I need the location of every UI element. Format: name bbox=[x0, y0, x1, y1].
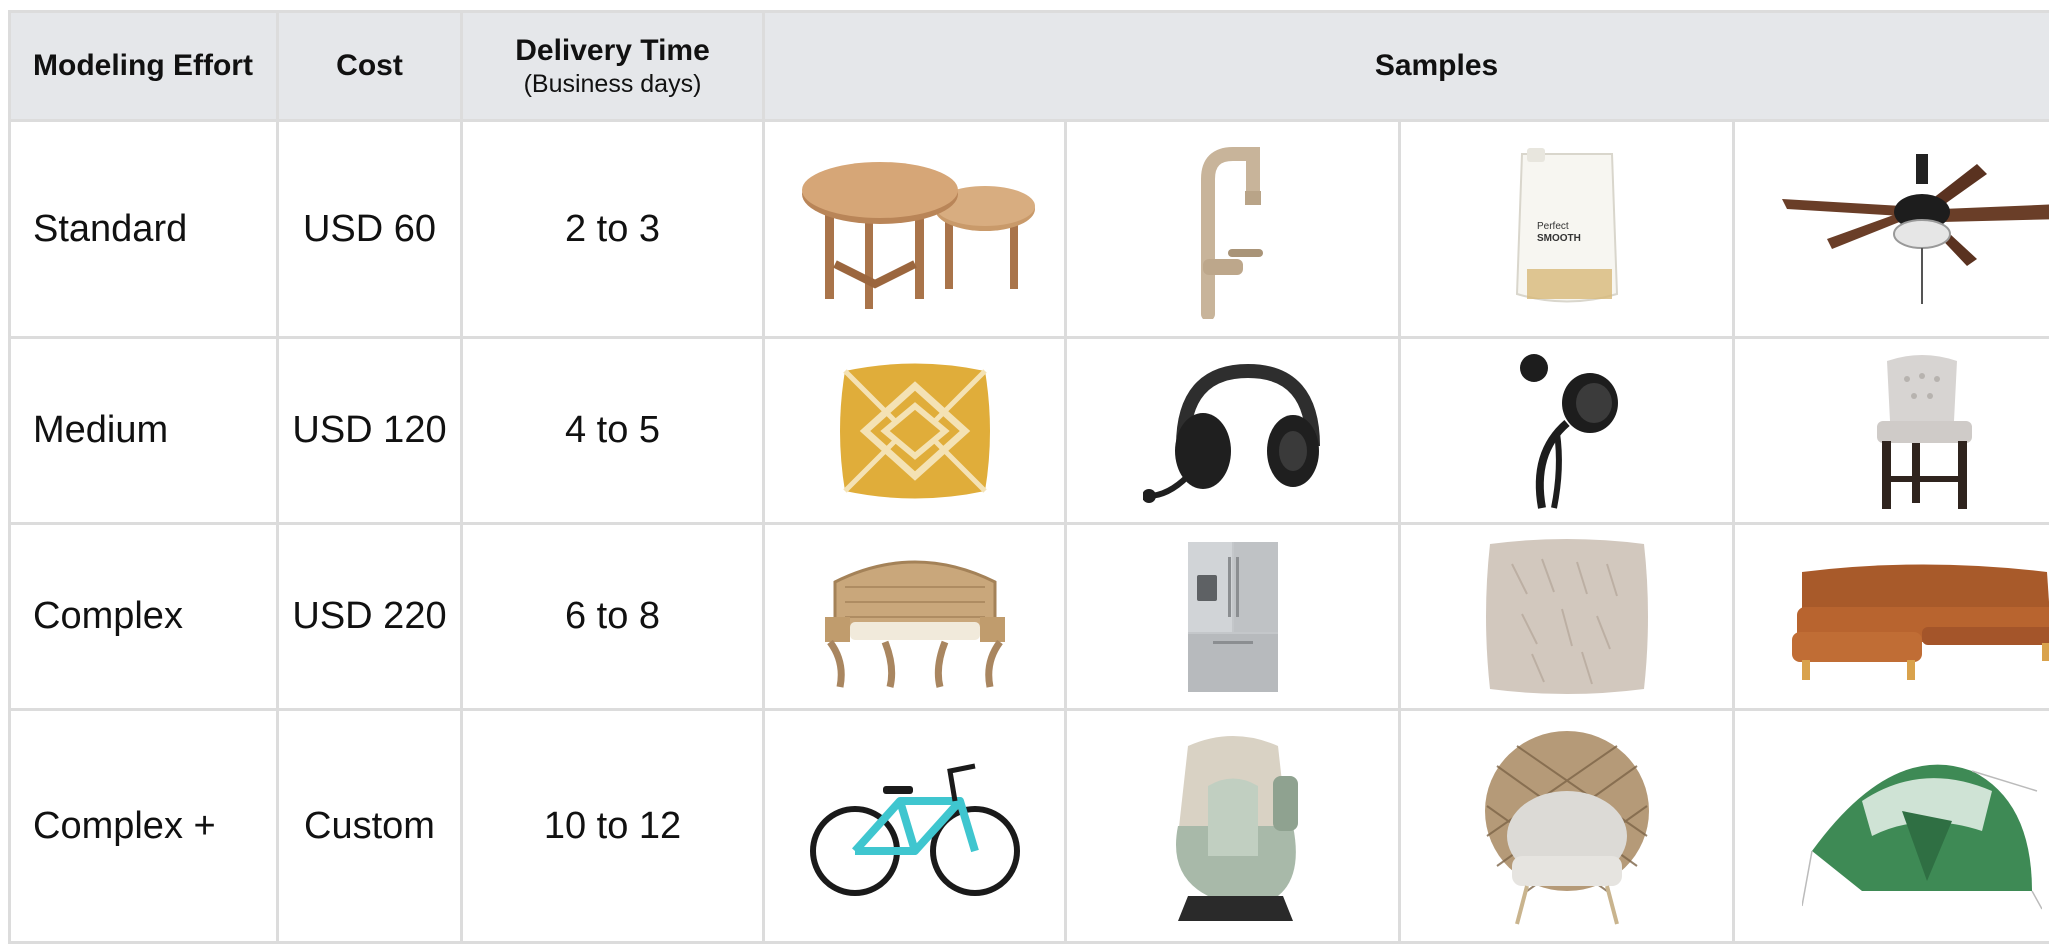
sample-image: Perfect SMOOTH bbox=[1398, 119, 1735, 339]
header-samples: Samples bbox=[761, 10, 2049, 122]
nesting-tables-icon bbox=[801, 162, 1035, 309]
egg-chair-icon bbox=[1484, 731, 1649, 925]
sample-image bbox=[762, 708, 1067, 944]
header-row: Modeling Effort Cost Delivery Time (Busi… bbox=[8, 10, 2049, 122]
delivery-cell: 4 to 5 bbox=[460, 336, 765, 525]
sample-image bbox=[762, 522, 1067, 711]
sample-image bbox=[1398, 336, 1735, 525]
cost-cell: USD 220 bbox=[276, 522, 463, 711]
sample-image bbox=[762, 336, 1067, 525]
bicycle-icon bbox=[809, 763, 1020, 896]
sample-image bbox=[1731, 708, 2049, 944]
tent-icon bbox=[1801, 764, 2042, 910]
sample-image bbox=[1064, 522, 1401, 711]
car-seat-icon bbox=[1175, 736, 1298, 921]
table-row: Complex + Custom 10 to 12 bbox=[8, 708, 2049, 944]
sample-image bbox=[1064, 119, 1401, 339]
effort-cell: Complex + bbox=[8, 708, 279, 944]
cost-cell: USD 60 bbox=[276, 119, 463, 339]
sample-image bbox=[1064, 708, 1401, 944]
headset-icon bbox=[1142, 363, 1320, 503]
cushion-icon bbox=[839, 363, 990, 498]
header-delivery-label: Delivery Time bbox=[515, 33, 710, 67]
table-row: Standard USD 60 2 to 3 Perfect SMOOTH bbox=[8, 119, 2049, 339]
sample-image bbox=[1731, 119, 2049, 339]
header-delivery-time: Delivery Time (Business days) bbox=[460, 10, 765, 122]
shampoo-pouch-icon: Perfect SMOOTH bbox=[1515, 148, 1618, 303]
bar-stool-icon bbox=[1876, 354, 1972, 509]
faucet-icon bbox=[1200, 147, 1263, 319]
sample-image bbox=[762, 119, 1067, 339]
sample-image bbox=[1398, 708, 1735, 944]
sample-image bbox=[1731, 522, 2049, 711]
pricing-table: Modeling Effort Cost Delivery Time (Busi… bbox=[8, 10, 2049, 944]
sample-image bbox=[1398, 522, 1735, 711]
svg-text:SMOOTH: SMOOTH bbox=[1537, 233, 1581, 244]
effort-cell: Complex bbox=[8, 522, 279, 711]
header-cost: Cost bbox=[276, 10, 463, 122]
header-delivery-sublabel: (Business days) bbox=[523, 69, 702, 98]
header-modeling-effort: Modeling Effort bbox=[8, 10, 279, 122]
svg-text:Perfect: Perfect bbox=[1537, 221, 1569, 232]
cost-cell: USD 120 bbox=[276, 336, 463, 525]
sample-image bbox=[1064, 336, 1401, 525]
table-row: Complex USD 220 6 to 8 bbox=[8, 522, 2049, 711]
fur-pillow-icon bbox=[1485, 539, 1648, 694]
delivery-cell: 6 to 8 bbox=[460, 522, 765, 711]
ceiling-fan-icon bbox=[1781, 154, 2049, 304]
wicker-bench-icon bbox=[824, 560, 1005, 688]
delivery-cell: 10 to 12 bbox=[460, 708, 765, 944]
pricing-page: Modeling Effort Cost Delivery Time (Busi… bbox=[0, 0, 2049, 949]
shower-head-icon bbox=[1519, 354, 1618, 509]
refrigerator-icon bbox=[1187, 541, 1278, 692]
table-row: Medium USD 120 4 to 5 bbox=[8, 336, 2049, 525]
effort-cell: Medium bbox=[8, 336, 279, 525]
sectional-sofa-icon bbox=[1791, 564, 2049, 680]
sample-image bbox=[1731, 336, 2049, 525]
cost-cell: Custom bbox=[276, 708, 463, 944]
delivery-cell: 2 to 3 bbox=[460, 119, 765, 339]
effort-cell: Standard bbox=[8, 119, 279, 339]
